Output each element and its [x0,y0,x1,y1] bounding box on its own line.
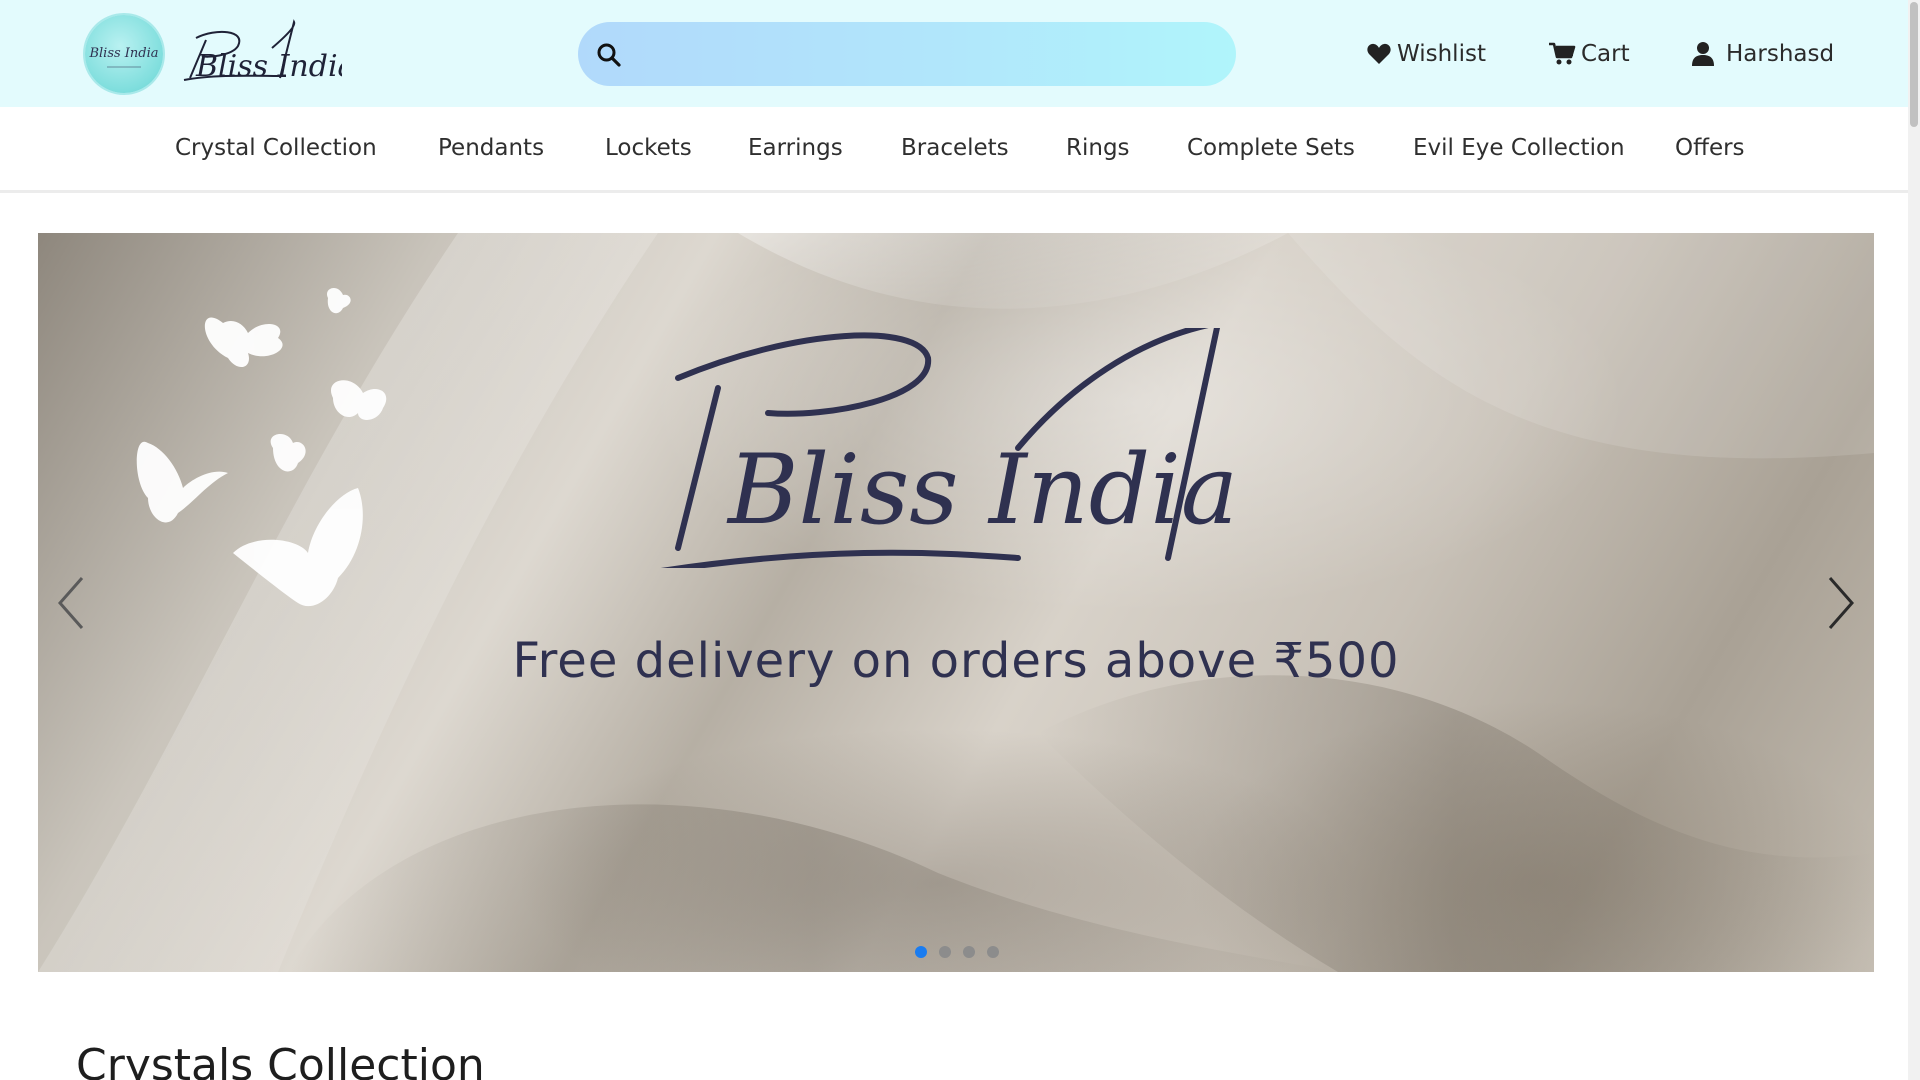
logo-script[interactable]: Bliss India [176,18,342,90]
logo-badge-text: Bliss India [88,46,158,61]
hero-carousel[interactable]: Bliss India Free delivery on orders abov… [38,233,1874,972]
nav-item-rings[interactable]: Rings [1066,135,1130,161]
page-scrollbar[interactable] [1908,0,1920,1080]
carousel-dot-2[interactable] [939,946,951,958]
cart-link[interactable]: Cart [1548,36,1630,72]
user-account-link[interactable]: Harshasd [1691,36,1834,72]
heart-icon [1367,43,1391,64]
logo-badge[interactable]: Bliss India [85,15,163,93]
nav-item-lockets[interactable]: Lockets [605,135,692,161]
carousel-indicators [915,946,999,960]
carousel-dot-4[interactable] [987,946,999,958]
nav-item-pendants[interactable]: Pendants [438,135,544,161]
wishlist-label: Wishlist [1397,41,1486,67]
chevron-left-icon[interactable] [52,568,92,638]
logo-badge-icon: Bliss India [88,46,159,68]
section-title: Crystals Collection [76,1040,485,1080]
hero-brand-title: Bliss India [661,328,1238,568]
chevron-right-icon[interactable] [1820,568,1860,638]
carousel-dot-1[interactable] [915,946,927,958]
slide-caption: Free delivery on orders above ₹500 [512,633,1400,689]
search-icon[interactable] [596,42,622,68]
hero-brand-text: Bliss India [726,434,1238,546]
wishlist-link[interactable]: Wishlist [1366,36,1486,72]
nav-item-complete-sets[interactable]: Complete Sets [1187,135,1355,161]
cart-icon [1549,42,1576,65]
carousel-dot-3[interactable] [963,946,975,958]
scrollbar-thumb[interactable] [1910,2,1918,127]
nav-item-evil-eye-collection[interactable]: Evil Eye Collection [1413,135,1625,161]
nav-item-bracelets[interactable]: Bracelets [901,135,1009,161]
cart-label: Cart [1581,41,1630,67]
site-header: Bliss India Bliss India Wishlist Cart Ha… [0,0,1908,107]
search-bar[interactable] [578,22,1236,86]
nav-item-crystal-collection[interactable]: Crystal Collection [175,135,377,161]
category-nav: Crystal Collection Pendants Lockets Earr… [0,107,1908,193]
nav-item-earrings[interactable]: Earrings [748,135,843,161]
search-input[interactable] [636,22,1216,86]
nav-item-offers[interactable]: Offers [1675,135,1745,161]
user-icon [1692,42,1714,66]
logo-text: Bliss India [195,49,342,84]
user-name-label: Harshasd [1726,41,1835,67]
